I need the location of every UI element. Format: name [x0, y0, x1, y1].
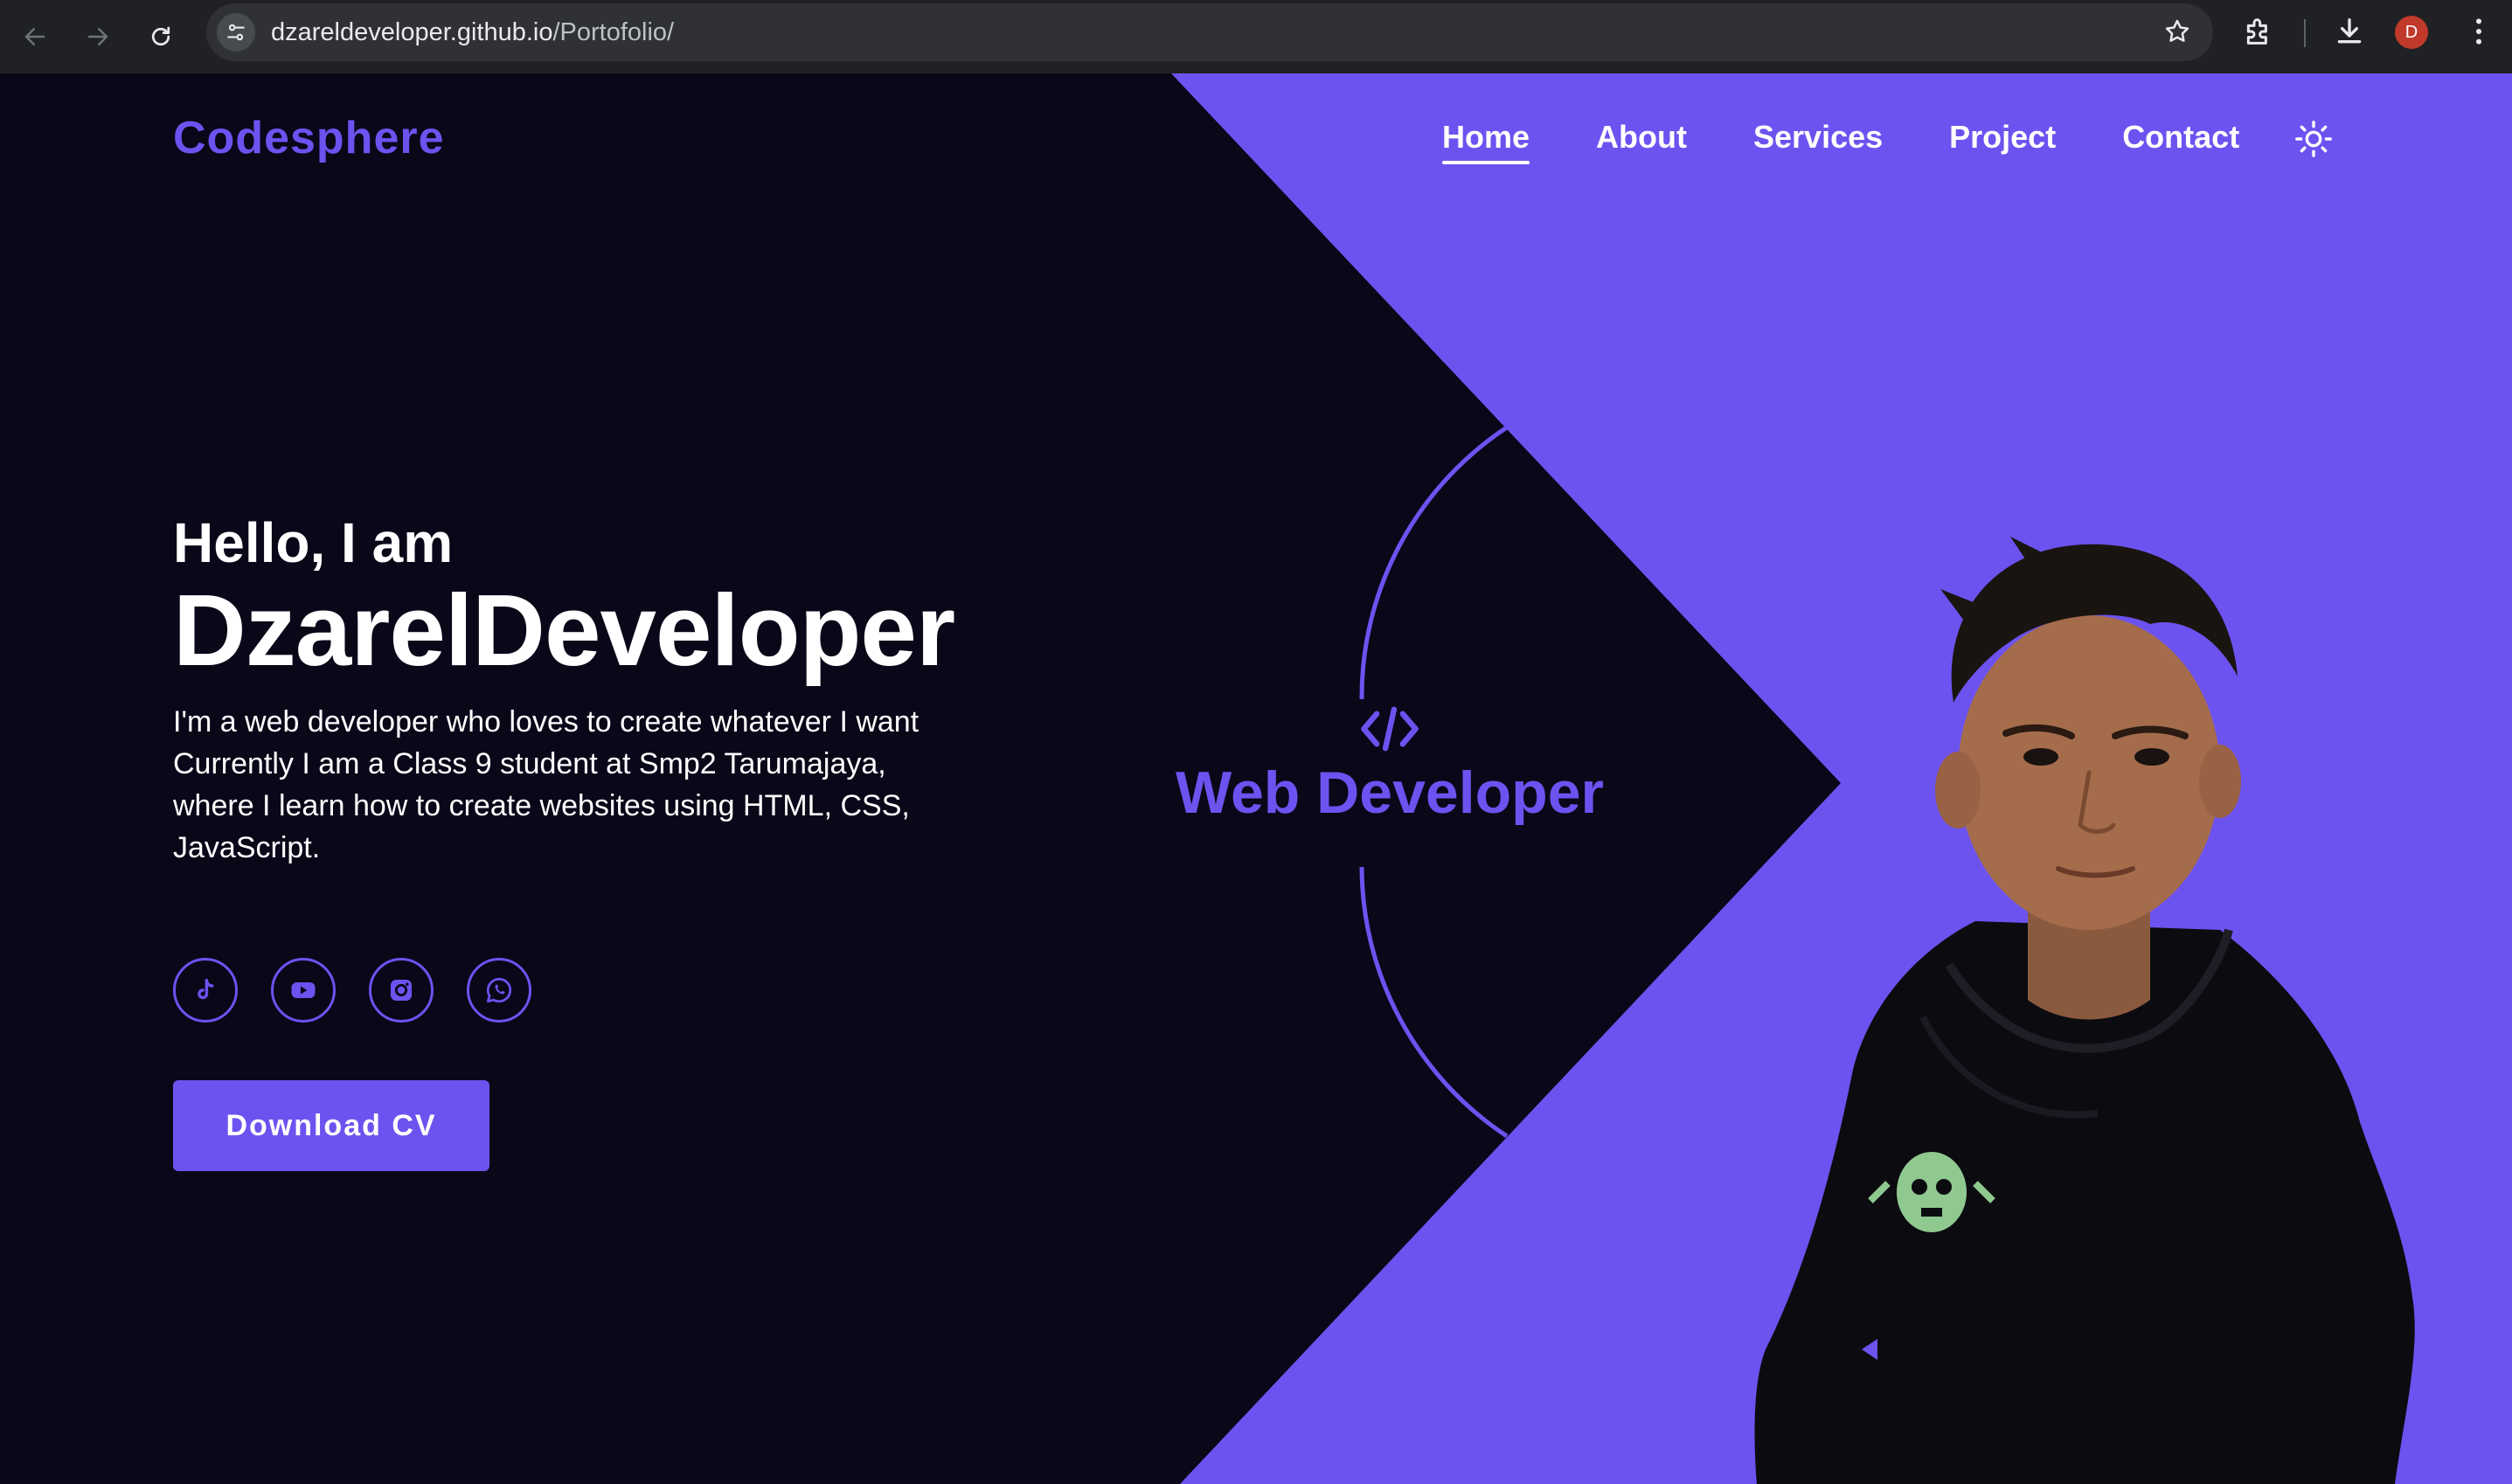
arrow-left-icon: [24, 28, 45, 45]
theme-toggle-button[interactable]: [2293, 119, 2334, 163]
star-icon: [2165, 19, 2189, 42]
back-button[interactable]: [16, 17, 54, 56]
sun-icon: [2295, 121, 2332, 157]
hero-name: DzarelDeveloper: [173, 573, 955, 687]
bio-line-1: I'm a web developer who loves to create …: [173, 705, 919, 739]
toolbar-divider: [2304, 19, 2306, 47]
address-bar[interactable]: dzareldeveloper.github.io/Portofolio/: [206, 3, 2213, 61]
reload-icon: [151, 26, 170, 46]
youtube-button[interactable]: [271, 958, 336, 1023]
code-icon: [1361, 706, 1419, 752]
url-host: dzareldeveloper.github.io: [271, 18, 553, 46]
url-text[interactable]: dzareldeveloper.github.io/Portofolio/: [271, 18, 674, 47]
portfolio-page: Codesphere Home About Services Project C…: [0, 73, 2512, 1484]
whatsapp-icon: [486, 977, 512, 1003]
main-nav: Home About Services Project Contact: [1442, 119, 2306, 171]
browser-toolbar: dzareldeveloper.github.io/Portofolio/ D: [0, 0, 2512, 73]
download-icon: [2337, 18, 2362, 44]
nav-project[interactable]: Project: [1949, 119, 2056, 164]
profile-photo: [1754, 537, 2415, 1484]
arrow-right-icon: [87, 28, 108, 45]
extensions-button[interactable]: [2241, 14, 2276, 53]
site-logo[interactable]: Codesphere: [173, 112, 445, 164]
tiktok-button[interactable]: [173, 958, 238, 1023]
hero-bio: I'm a web developer who loves to create …: [173, 701, 942, 869]
tune-icon: [227, 24, 245, 41]
url-path: /Portofolio/: [552, 18, 675, 46]
profile-avatar[interactable]: D: [2395, 16, 2428, 49]
tiktok-icon: [198, 978, 214, 1000]
nav-about[interactable]: About: [1596, 119, 1687, 164]
nav-services[interactable]: Services: [1753, 119, 1883, 164]
bio-line-2: Currently I am a Class 9 student at Smp2…: [173, 747, 910, 864]
browser-menu-button[interactable]: [2461, 14, 2496, 53]
instagram-icon: [390, 979, 413, 1002]
reload-button[interactable]: [142, 17, 180, 56]
download-cv-button[interactable]: Download CV: [173, 1080, 489, 1171]
arc-top: [1359, 425, 1509, 700]
bookmark-button[interactable]: [2162, 17, 2192, 51]
whatsapp-button[interactable]: [467, 958, 531, 1023]
downloads-button[interactable]: [2332, 14, 2367, 53]
nav-contact[interactable]: Contact: [2122, 119, 2239, 164]
role-badge: Web Developer: [1171, 703, 1608, 930]
role-title: Web Developer: [1175, 759, 1604, 826]
hero-greeting: Hello, I am: [173, 511, 454, 574]
puzzle-icon: [2246, 18, 2267, 45]
more-vertical-icon: [2476, 18, 2481, 45]
social-links: [173, 958, 565, 1023]
forward-button[interactable]: [79, 17, 117, 56]
instagram-button[interactable]: [369, 958, 434, 1023]
nav-home[interactable]: Home: [1442, 119, 1530, 164]
youtube-icon: [291, 982, 316, 998]
site-info-button[interactable]: [217, 13, 255, 52]
